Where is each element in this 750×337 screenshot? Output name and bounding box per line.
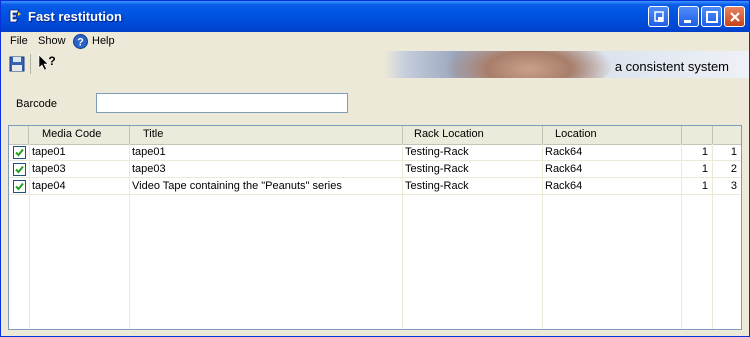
column-header-location[interactable]: Location <box>543 126 682 144</box>
minimize-button[interactable] <box>678 6 699 27</box>
svg-text:?: ? <box>48 54 55 68</box>
save-icon[interactable] <box>9 56 25 72</box>
cell-title: Video Tape containing the "Peanuts" seri… <box>130 178 403 195</box>
maximize-icon <box>706 11 718 23</box>
checkmark-icon <box>15 165 24 174</box>
cell-media-code: tape03 <box>30 161 130 178</box>
cell-location: Rack64 <box>543 178 682 195</box>
grid-header: Media Code Title Rack Location Location <box>9 126 741 145</box>
toolbar: ? a consistent system <box>1 51 749 78</box>
banner-face <box>444 51 614 78</box>
cell-n1: 1 <box>682 178 713 195</box>
toolbar-separator <box>30 54 31 74</box>
column-header-check[interactable] <box>9 126 29 144</box>
app-window: Fast restitution File Show Help ? ? a co… <box>0 0 750 337</box>
row-checkbox[interactable] <box>13 146 26 159</box>
cell-rack-location: Testing-Rack <box>403 144 543 161</box>
column-header-n2[interactable] <box>713 126 741 144</box>
whats-this-icon[interactable]: ? <box>37 54 57 72</box>
row-checkbox[interactable] <box>13 180 26 193</box>
checkmark-icon <box>15 182 24 191</box>
column-header-title[interactable]: Title <box>130 126 403 144</box>
menu-show[interactable]: Show <box>38 35 66 47</box>
barcode-label: Barcode <box>16 98 57 110</box>
banner-slogan: a consistent system <box>614 59 729 74</box>
checkmark-icon <box>15 148 24 157</box>
cell-n2: 3 <box>730 180 737 192</box>
row-check-cell[interactable] <box>9 178 30 195</box>
close-icon <box>730 12 740 22</box>
title-bar[interactable]: Fast restitution <box>1 1 749 32</box>
banner-image: a consistent system <box>384 51 749 78</box>
column-header-media-code[interactable]: Media Code <box>29 126 130 144</box>
menu-help[interactable]: Help <box>92 35 115 47</box>
row-check-cell[interactable] <box>9 144 30 161</box>
cell-n2: 1 <box>730 146 737 158</box>
cell-media-code: tape04 <box>30 178 130 195</box>
column-header-n1[interactable] <box>682 126 713 144</box>
cell-location: Rack64 <box>543 161 682 178</box>
cell-rack-location: Testing-Rack <box>403 178 543 195</box>
maximize-button[interactable] <box>701 6 722 27</box>
restore-down-button[interactable] <box>648 6 669 27</box>
row-check-cell[interactable] <box>9 161 30 178</box>
media-grid: Media Code Title Rack Location Location … <box>8 125 742 330</box>
cell-n2: 2 <box>730 163 737 175</box>
menu-file[interactable]: File <box>10 35 28 47</box>
app-logo-icon <box>9 9 21 23</box>
help-icon[interactable]: ? <box>73 34 88 49</box>
cell-title: tape03 <box>130 161 403 178</box>
row-checkbox[interactable] <box>13 163 26 176</box>
svg-text:?: ? <box>77 37 84 49</box>
column-header-rack-location[interactable]: Rack Location <box>403 126 543 144</box>
table-row[interactable]: tape04 Video Tape containing the "Peanut… <box>9 178 741 195</box>
cell-n1: 1 <box>682 144 713 161</box>
cell-rack-location: Testing-Rack <box>403 161 543 178</box>
cell-media-code: tape01 <box>30 144 130 161</box>
minimize-icon <box>684 20 691 23</box>
table-row[interactable]: tape03 tape03 Testing-Rack Rack64 1 2 <box>9 161 741 178</box>
cell-title: tape01 <box>130 144 403 161</box>
table-row[interactable]: tape01 tape01 Testing-Rack Rack64 1 1 <box>9 144 741 161</box>
window-title: Fast restitution <box>28 9 122 24</box>
restore-windows-icon <box>654 11 664 22</box>
menu-bar: File Show Help <box>1 32 749 51</box>
barcode-input[interactable] <box>96 93 348 113</box>
cell-location: Rack64 <box>543 144 682 161</box>
close-button[interactable] <box>724 6 745 27</box>
cell-n1: 1 <box>682 161 713 178</box>
